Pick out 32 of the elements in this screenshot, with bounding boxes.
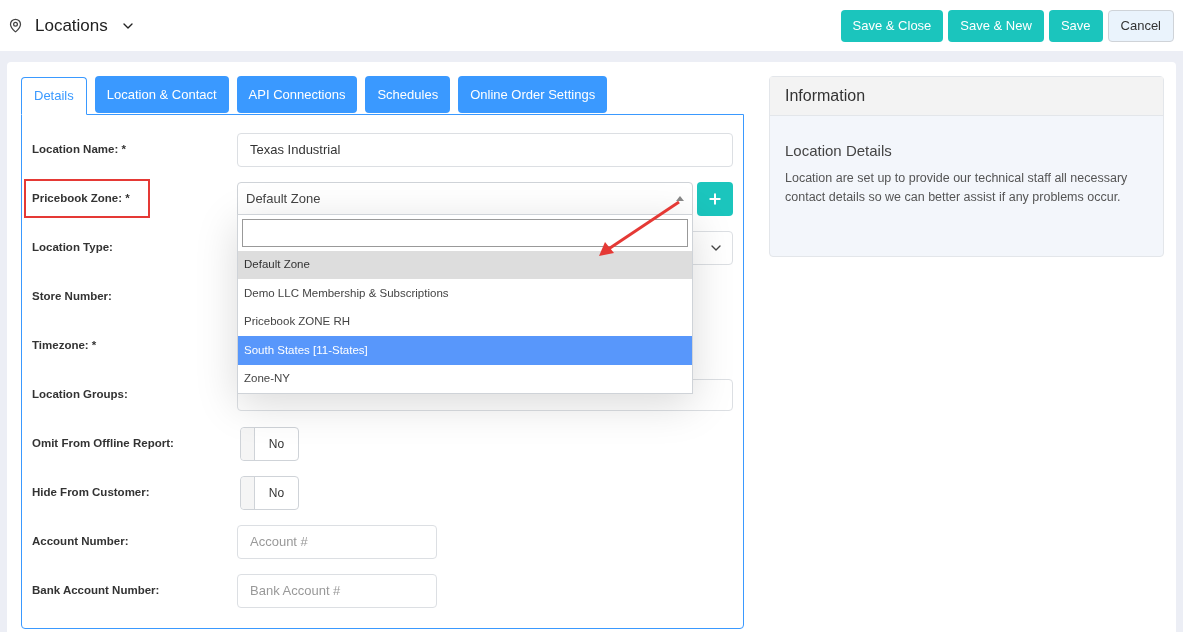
field-label: Location Groups: <box>32 386 128 402</box>
field-label: Hide From Customer: <box>32 484 150 500</box>
zone-select[interactable]: Default Zone <box>237 181 693 216</box>
toggle-knob <box>241 427 255 460</box>
toggle-switch[interactable]: No <box>240 426 299 461</box>
toggle-knob <box>241 476 255 509</box>
location-pin-icon <box>8 18 23 33</box>
search-field[interactable] <box>242 218 688 247</box>
input-field[interactable]: Account # <box>237 524 437 559</box>
field-label: Bank Account Number: <box>32 582 160 598</box>
field-label: Account Number: <box>32 533 129 549</box>
toggle-switch[interactable]: No <box>240 475 299 510</box>
field-label: Location Type: <box>32 239 113 255</box>
section-heading: Location Details <box>785 141 893 161</box>
dropdown-option[interactable]: Zone-NY <box>238 364 692 393</box>
plus-icon <box>707 190 723 207</box>
field-label: Pricebook Zone: * <box>24 178 150 219</box>
field-label: Omit From Offline Report: <box>32 435 174 451</box>
header-button[interactable]: Cancel <box>1107 9 1174 42</box>
dropdown-option[interactable]: Default Zone <box>238 250 692 279</box>
field-label: Timezone: * <box>32 337 97 353</box>
field-label: Store Number: <box>32 288 112 304</box>
dropdown-option[interactable]: Demo LLC Membership & Subscriptions <box>238 279 692 308</box>
info-text: Location are set up to provide our technical staff all necessary contact details so we can better assist if any problems occur. <box>785 169 1129 206</box>
add-button[interactable] <box>697 181 733 216</box>
dropdown-option[interactable]: Pricebook ZONE RH <box>238 307 692 336</box>
input-field[interactable]: Bank Account # <box>237 573 437 608</box>
location-name-field[interactable]: Texas Industrial <box>237 132 733 167</box>
panel-title: Information <box>785 86 866 106</box>
caret-icon <box>676 196 684 201</box>
page-title: Locations <box>35 14 108 37</box>
field-label: Location Name: * <box>32 141 126 157</box>
